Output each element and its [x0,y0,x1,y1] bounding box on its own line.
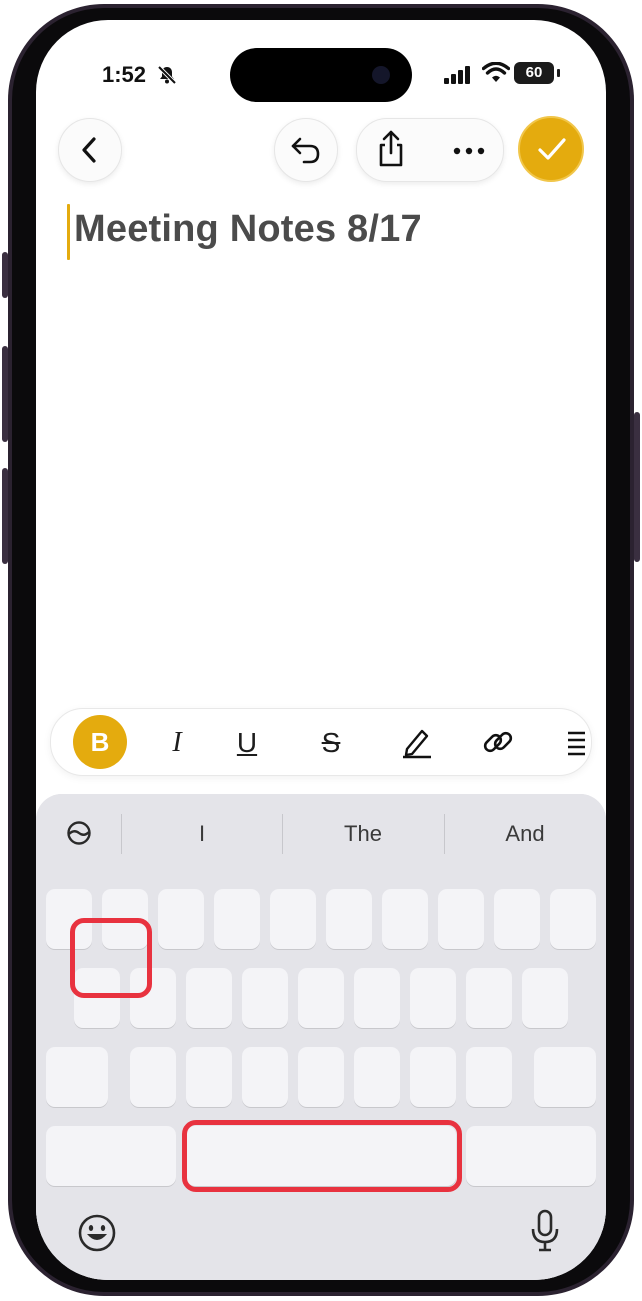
key[interactable] [298,1047,344,1107]
keyboard: I The And [36,794,606,1280]
share-more-group [356,118,504,182]
microphone-icon[interactable] [530,1208,560,1254]
battery-tip [557,69,560,77]
key[interactable] [410,968,456,1028]
camera-lens [372,66,390,84]
underline-button[interactable]: U [225,721,269,765]
battery-indicator: 60 [514,62,554,84]
done-button[interactable] [518,116,584,182]
highlight-box [182,1120,462,1192]
key[interactable] [466,1047,512,1107]
key[interactable] [382,889,428,949]
key[interactable] [186,1047,232,1107]
shift-key[interactable] [46,1047,108,1107]
predictive-toggle-icon[interactable] [66,820,92,846]
undo-button[interactable] [274,118,338,182]
status-time: 1:52 [102,62,147,87]
key[interactable] [466,968,512,1028]
back-button[interactable] [58,118,122,182]
volume-down-button [2,468,8,564]
key[interactable] [214,889,260,949]
bold-button[interactable]: B [73,715,127,769]
suggestion-3[interactable]: And [445,814,605,854]
power-button [634,412,640,562]
key[interactable] [326,889,372,949]
suggestion-2[interactable]: The [283,814,443,854]
key[interactable] [130,1047,176,1107]
italic-button[interactable]: I [155,721,199,765]
key[interactable] [186,968,232,1028]
key[interactable] [242,968,288,1028]
pencil-icon[interactable] [399,725,433,759]
key[interactable] [494,889,540,949]
delete-key[interactable] [534,1047,596,1107]
format-toolbar: B I U S [50,708,592,776]
key[interactable] [242,1047,288,1107]
action-button [2,252,8,298]
text-cursor [67,204,70,260]
undo-icon [291,137,320,164]
key[interactable] [438,889,484,949]
key[interactable] [354,1047,400,1107]
highlight-box [70,918,152,998]
cellular-signal-icon [444,66,470,84]
note-body[interactable] [56,270,586,690]
dynamic-island [230,48,412,102]
link-icon[interactable] [481,725,515,759]
share-icon[interactable] [375,129,407,169]
bell-slash-icon [157,65,177,85]
checkmark-icon [538,138,566,160]
screen: 1:52 60 Meeting Notes 8/17 B I U S I The… [36,20,606,1280]
keyboard-surface: I The And [36,794,606,1280]
strikethrough-button[interactable]: S [309,721,353,765]
list-icon[interactable] [565,729,587,757]
chevron-left-icon [82,137,96,163]
key[interactable] [410,1047,456,1107]
wifi-icon [482,62,510,82]
key[interactable] [270,889,316,949]
key[interactable] [354,968,400,1028]
key[interactable] [158,889,204,949]
emoji-icon[interactable] [76,1212,118,1254]
status-bar: 1:52 60 [36,20,606,102]
key[interactable] [550,889,596,949]
key[interactable] [298,968,344,1028]
volume-up-button [2,346,8,442]
ellipsis-icon[interactable] [453,147,485,155]
key[interactable] [522,968,568,1028]
return-key[interactable] [466,1126,596,1186]
suggestion-1[interactable]: I [122,814,282,854]
numbers-key[interactable] [46,1126,176,1186]
note-title[interactable]: Meeting Notes 8/17 [74,208,422,251]
